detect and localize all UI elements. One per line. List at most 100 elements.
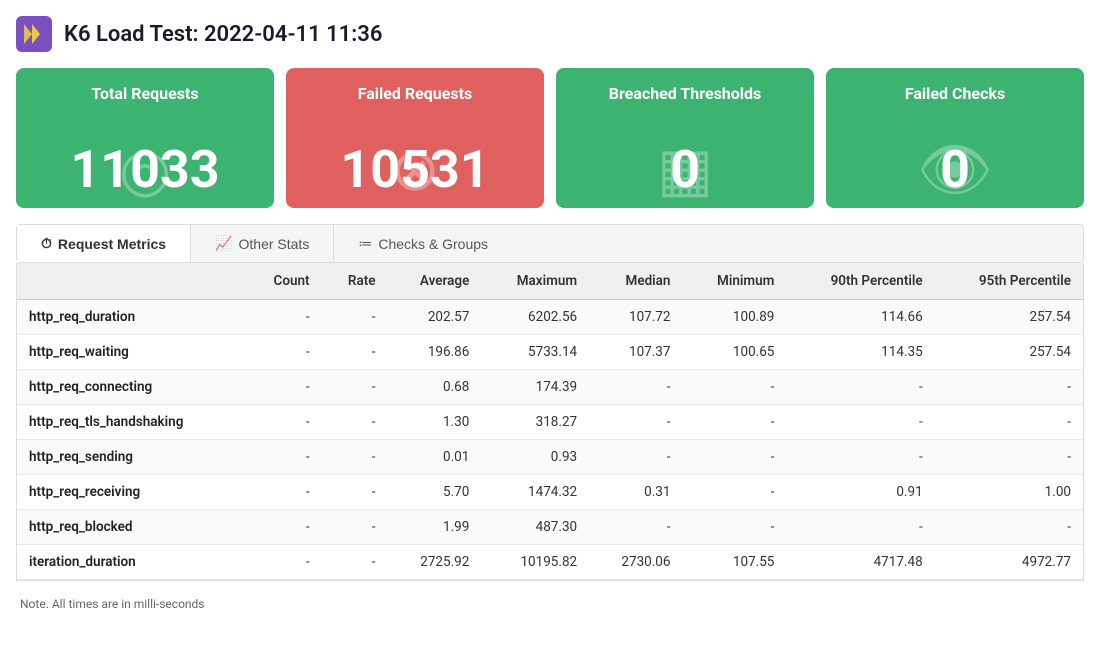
cell-median: -	[589, 405, 682, 440]
tab-checks-groups[interactable]: ≔Checks & Groups	[334, 225, 512, 262]
cell-p95: -	[935, 440, 1083, 475]
cell-maximum: 10195.82	[481, 545, 589, 580]
cell-average: 196.86	[388, 335, 482, 370]
table-row: iteration_duration--2725.9210195.822730.…	[17, 545, 1083, 580]
cell-median: 0.31	[589, 475, 682, 510]
cell-minimum: 100.65	[682, 335, 786, 370]
col-header-6: Minimum	[682, 263, 786, 300]
cell-name: http_req_duration	[17, 300, 245, 335]
cell-rate: -	[322, 545, 388, 580]
cell-maximum: 6202.56	[481, 300, 589, 335]
table-row: http_req_waiting--196.865733.14107.37100…	[17, 335, 1083, 370]
stat-card-label: Total Requests	[36, 84, 254, 103]
cell-p95: -	[935, 510, 1083, 545]
tab-request-metrics[interactable]: ⏱ Request Metrics	[17, 225, 191, 262]
cell-average: 0.68	[388, 370, 482, 405]
cell-count: -	[245, 405, 322, 440]
table-header: CountRateAverageMaximumMedianMinimum90th…	[17, 263, 1083, 300]
tab-label: Checks & Groups	[378, 236, 488, 252]
stat-card-failed-checks: Failed Checks 0 👁	[826, 68, 1084, 208]
table-row: http_req_receiving--5.701474.320.31-0.91…	[17, 475, 1083, 510]
cell-minimum: -	[682, 370, 786, 405]
cell-name: http_req_waiting	[17, 335, 245, 370]
cell-rate: -	[322, 335, 388, 370]
stat-cards-container: Total Requests 11033 ◎ Failed Requests 1…	[16, 68, 1084, 208]
metrics-table: CountRateAverageMaximumMedianMinimum90th…	[17, 263, 1083, 580]
cell-rate: -	[322, 510, 388, 545]
table-header-row: CountRateAverageMaximumMedianMinimum90th…	[17, 263, 1083, 300]
col-header-3: Average	[388, 263, 482, 300]
cell-p90: 4717.48	[786, 545, 934, 580]
stat-card-icon: ⊗	[390, 140, 440, 200]
cell-p90: 114.66	[786, 300, 934, 335]
col-header-8: 95th Percentile	[935, 263, 1083, 300]
cell-p95: 1.00	[935, 475, 1083, 510]
cell-minimum: -	[682, 510, 786, 545]
stat-card-label: Breached Thresholds	[576, 84, 794, 103]
stat-card-label: Failed Checks	[846, 84, 1064, 103]
tab-label: Request Metrics	[58, 236, 166, 252]
col-header-1: Count	[245, 263, 322, 300]
cell-p90: 114.35	[786, 335, 934, 370]
metrics-table-container: CountRateAverageMaximumMedianMinimum90th…	[16, 263, 1084, 581]
page-header: K6 Load Test: 2022-04-11 11:36	[16, 16, 1084, 52]
cell-p90: -	[786, 440, 934, 475]
cell-name: http_req_connecting	[17, 370, 245, 405]
tab-other-stats[interactable]: 📈 Other Stats	[191, 225, 334, 262]
stat-card-icon: ▦	[657, 140, 714, 200]
cell-rate: -	[322, 475, 388, 510]
cell-median: 107.72	[589, 300, 682, 335]
cell-name: iteration_duration	[17, 545, 245, 580]
table-row: http_req_tls_handshaking--1.30318.27----	[17, 405, 1083, 440]
cell-count: -	[245, 475, 322, 510]
cell-count: -	[245, 510, 322, 545]
cell-name: http_req_sending	[17, 440, 245, 475]
tab-icon: ⏱	[41, 235, 52, 252]
tab-label: Other Stats	[239, 236, 310, 252]
cell-p90: -	[786, 370, 934, 405]
table-row: http_req_sending--0.010.93----	[17, 440, 1083, 475]
cell-name: http_req_blocked	[17, 510, 245, 545]
table-row: http_req_connecting--0.68174.39----	[17, 370, 1083, 405]
cell-minimum: -	[682, 475, 786, 510]
tab-icon: 📈	[215, 235, 232, 252]
cell-p90: -	[786, 510, 934, 545]
cell-name: http_req_receiving	[17, 475, 245, 510]
cell-median: -	[589, 510, 682, 545]
cell-rate: -	[322, 405, 388, 440]
cell-median: -	[589, 440, 682, 475]
cell-count: -	[245, 370, 322, 405]
cell-average: 0.01	[388, 440, 482, 475]
stat-card-label: Failed Requests	[306, 84, 524, 103]
cell-p90: 0.91	[786, 475, 934, 510]
cell-rate: -	[322, 370, 388, 405]
cell-count: -	[245, 335, 322, 370]
cell-name: http_req_tls_handshaking	[17, 405, 245, 440]
cell-count: -	[245, 300, 322, 335]
cell-maximum: 487.30	[481, 510, 589, 545]
cell-p95: 257.54	[935, 300, 1083, 335]
stat-card-failed-requests: Failed Requests 10531 ⊗	[286, 68, 544, 208]
stat-card-total-requests: Total Requests 11033 ◎	[16, 68, 274, 208]
cell-p95: -	[935, 405, 1083, 440]
cell-p95: 257.54	[935, 335, 1083, 370]
col-header-2: Rate	[322, 263, 388, 300]
tabs-container: ⏱ Request Metrics 📈 Other Stats ≔Checks & Gr…	[16, 224, 1084, 263]
cell-average: 1.99	[388, 510, 482, 545]
cell-maximum: 5733.14	[481, 335, 589, 370]
k6-logo	[16, 16, 52, 52]
cell-minimum: 107.55	[682, 545, 786, 580]
cell-median: 107.37	[589, 335, 682, 370]
col-header-7: 90th Percentile	[786, 263, 934, 300]
stat-card-breached-thresholds: Breached Thresholds 0 ▦	[556, 68, 814, 208]
col-header-5: Median	[589, 263, 682, 300]
cell-p90: -	[786, 405, 934, 440]
table-row: http_req_duration--202.576202.56107.7210…	[17, 300, 1083, 335]
cell-average: 5.70	[388, 475, 482, 510]
cell-average: 2725.92	[388, 545, 482, 580]
cell-count: -	[245, 545, 322, 580]
cell-median: -	[589, 370, 682, 405]
cell-rate: -	[322, 440, 388, 475]
page-title: K6 Load Test: 2022-04-11 11:36	[64, 22, 382, 47]
cell-p95: 4972.77	[935, 545, 1083, 580]
